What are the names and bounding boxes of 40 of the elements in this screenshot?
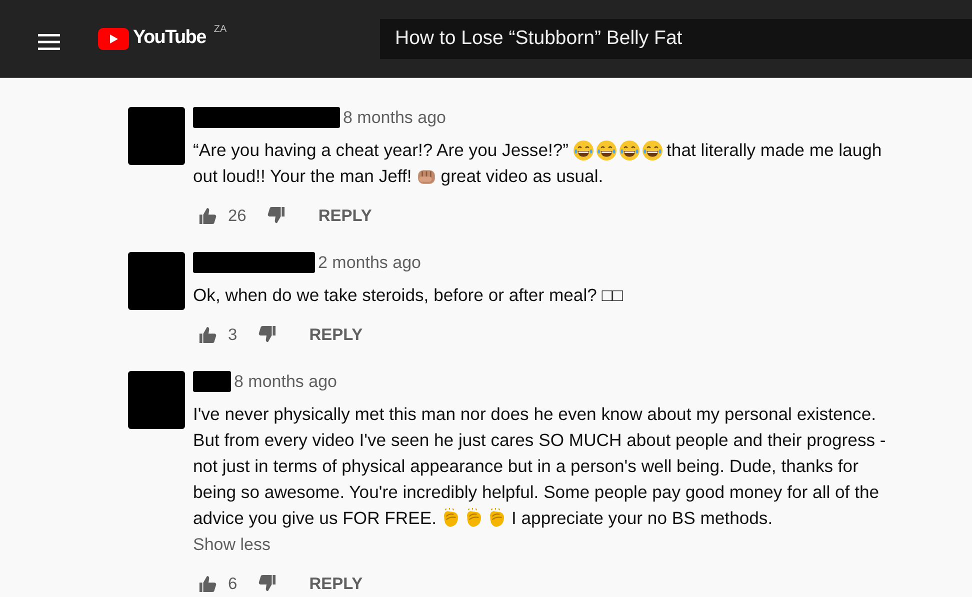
region-label: ZA xyxy=(214,23,227,38)
menu-icon xyxy=(38,34,60,50)
show-less-link[interactable]: Show less xyxy=(193,534,270,556)
like-button[interactable] xyxy=(198,207,218,225)
logo-text: YouTube xyxy=(133,26,206,50)
dislike-button[interactable] xyxy=(266,207,286,225)
like-count: 3 xyxy=(228,325,238,346)
comment-text: But from every video I've seen he just cares SO MUCH about people and their progress - xyxy=(193,429,886,452)
like-button[interactable] xyxy=(198,575,218,593)
video-title: How to Lose “Stubborn” Belly Fat xyxy=(380,18,972,58)
like-button[interactable] xyxy=(198,326,218,344)
reply-button[interactable]: REPLY xyxy=(318,203,372,229)
timestamp-link[interactable]: 2 months ago xyxy=(318,252,422,272)
avatar xyxy=(128,371,185,429)
comment-text: I appreciate your no BS methods. xyxy=(511,507,773,530)
laughing-face-icon xyxy=(618,140,640,160)
avatar xyxy=(128,252,185,310)
reply-button[interactable]: REPLY xyxy=(309,571,363,597)
dislike-button[interactable] xyxy=(257,326,278,344)
dislike-button[interactable] xyxy=(257,575,278,593)
reply-button[interactable]: REPLY xyxy=(309,322,363,348)
comment-text: I've never physically met this man nor does he even know about my personal existence. xyxy=(193,403,876,426)
logo-link[interactable]: YouTube ZA xyxy=(98,24,227,53)
timestamp-link[interactable]: 8 months ago xyxy=(234,372,338,392)
comment-text: that literally made me laugh xyxy=(666,139,882,162)
comment-text: great video as usual. xyxy=(440,165,604,188)
laughing-face-icon xyxy=(596,140,617,160)
timestamp-link[interactable]: 8 months ago xyxy=(343,108,446,128)
comment-text: not just in terms of physical appearance but in a person's well being. Dude, thanks for xyxy=(193,455,858,478)
like-count: 26 xyxy=(228,206,246,227)
laughing-face-icon xyxy=(642,140,663,160)
laughing-face-icon xyxy=(572,140,594,160)
comment-text: being so awesome. You're incredibly helpful. Some people pay good money for all of the xyxy=(193,481,880,504)
comment-text: “Are you having a cheat year!? Are you Jesse!?” xyxy=(193,139,569,162)
comment-text: advice you give us FOR FREE. xyxy=(193,507,436,530)
play-logo-icon xyxy=(98,28,129,50)
like-count: 6 xyxy=(228,574,238,595)
comment-text: out loud!! Your the man Jeff! xyxy=(193,165,412,188)
comment-text: Ok, when do we take steroids, before or after meal? □□ xyxy=(193,284,624,307)
avatar xyxy=(128,107,185,165)
